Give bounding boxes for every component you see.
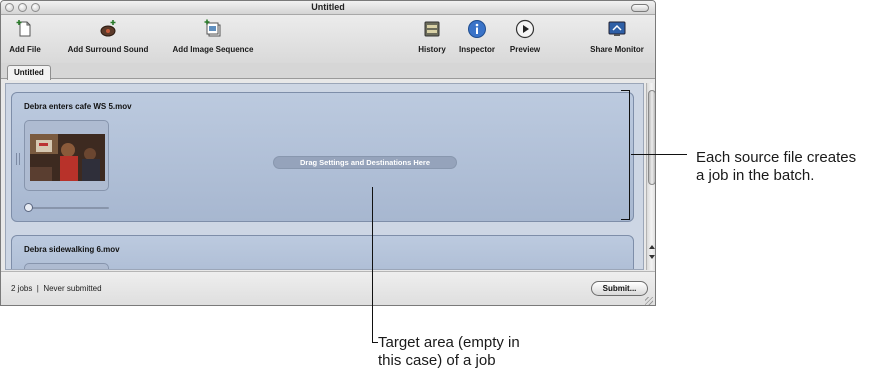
status-bar: 2 jobs | Never submitted Submit... xyxy=(1,271,655,305)
add-image-sequence-icon xyxy=(204,19,221,37)
scrubber-track xyxy=(28,207,109,209)
tab-untitled[interactable]: Untitled xyxy=(7,65,51,80)
thumbnail-scrubber[interactable] xyxy=(24,203,109,213)
preview-label: Preview xyxy=(509,45,541,54)
add-surround-sound-icon xyxy=(100,20,116,37)
share-monitor-label: Share Monitor xyxy=(590,45,644,54)
source-thumbnail-frame[interactable] xyxy=(24,263,109,269)
job-2[interactable]: Debra sidewalking 6.mov xyxy=(11,235,634,269)
add-file-label: Add File xyxy=(9,45,41,54)
history-label: History xyxy=(418,45,446,54)
callout-line: this case) of a job xyxy=(378,352,496,369)
add-image-sequence-button[interactable]: Add Image Sequence xyxy=(167,19,259,54)
status-text: 2 jobs | Never submitted xyxy=(11,284,102,293)
scrubber-knob[interactable] xyxy=(24,203,33,212)
toolbar-toggle-button[interactable] xyxy=(631,4,649,12)
batch-window: Untitled Add File Add Surround Sound Add… xyxy=(0,0,656,306)
add-surround-sound-button[interactable]: Add Surround Sound xyxy=(53,19,163,54)
share-monitor-button[interactable]: Share Monitor xyxy=(584,19,650,54)
callout-line: Target area (empty in xyxy=(378,334,520,351)
callout-leader-line xyxy=(372,187,373,343)
share-monitor-icon xyxy=(608,21,626,36)
inspector-button[interactable]: Inspector xyxy=(454,19,500,54)
add-image-sequence-label: Add Image Sequence xyxy=(172,45,254,54)
title-bar: Untitled xyxy=(1,1,655,15)
play-icon xyxy=(515,19,535,39)
callout-line: Each source file creates xyxy=(696,149,857,166)
job-filename: Debra enters cafe WS 5.mov xyxy=(24,102,132,111)
scroll-down-icon[interactable] xyxy=(649,255,655,259)
job-bracket xyxy=(621,90,630,220)
source-thumbnail-frame[interactable] xyxy=(24,120,109,191)
tab-bar: Untitled xyxy=(1,63,655,80)
window-title: Untitled xyxy=(311,2,345,12)
vertical-scrollbar[interactable] xyxy=(646,83,655,270)
toolbar: Add File Add Surround Sound Add Image Se… xyxy=(1,15,655,63)
callout-line: a job in the batch. xyxy=(696,167,815,184)
resize-grip-icon[interactable] xyxy=(645,297,653,305)
source-thumbnail xyxy=(30,134,105,181)
drag-handle-icon[interactable] xyxy=(16,153,20,165)
preview-button[interactable]: Preview xyxy=(507,19,543,54)
settings-drop-target[interactable]: Drag Settings and Destinations Here xyxy=(273,156,457,169)
inspector-label: Inspector xyxy=(458,45,495,54)
add-surround-sound-label: Add Surround Sound xyxy=(67,45,149,54)
source-file-callout: Each source file creates a job in the ba… xyxy=(696,149,856,185)
info-icon xyxy=(468,20,486,38)
add-file-icon xyxy=(16,20,31,37)
callout-leader-line xyxy=(631,154,687,155)
history-icon xyxy=(424,21,440,37)
target-area-callout: Target area (empty in this case) of a jo… xyxy=(378,334,520,370)
scroll-up-icon[interactable] xyxy=(649,245,655,249)
job-1[interactable]: Debra enters cafe WS 5.mov Drag Settings… xyxy=(11,92,634,222)
scrollbar-thumb[interactable] xyxy=(648,90,655,185)
add-file-button[interactable]: Add File xyxy=(5,19,45,54)
batch-area: Debra enters cafe WS 5.mov Drag Settings… xyxy=(5,83,644,270)
history-button[interactable]: History xyxy=(412,19,452,54)
submit-button[interactable]: Submit... xyxy=(591,281,648,296)
job-filename: Debra sidewalking 6.mov xyxy=(24,245,120,254)
